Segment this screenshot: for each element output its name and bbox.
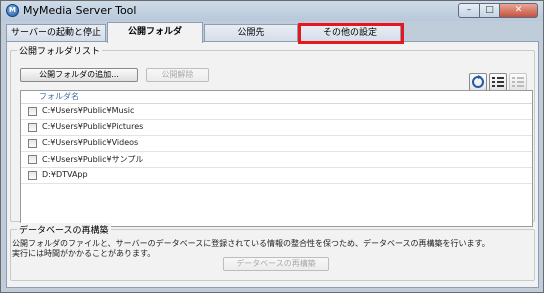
unpublish-button[interactable]: 公開解除 [146,68,209,82]
app-logo-icon: M [6,4,19,17]
tab-panel: 公開フォルダリスト 公開フォルダの追加... 公開解除 フォルダ名 C:¥Use… [6,41,539,288]
close-button[interactable]: ✕ [500,3,538,18]
folder-checkbox[interactable] [28,123,37,132]
list-item[interactable]: C:¥Users¥Public¥Music [21,104,532,120]
list-item[interactable]: C:¥Users¥Public¥Pictures [21,120,532,136]
list-item[interactable]: C:¥Users¥Public¥サンプル [21,152,532,168]
folder-path: C:¥Users¥Public¥Videos [42,138,139,147]
tab-server-start-stop[interactable]: サーバーの起動と停止 [6,24,106,42]
tab-publish-destination[interactable]: 公開先 [204,24,298,42]
refresh-button[interactable] [469,73,487,91]
folder-checkbox[interactable] [28,171,37,180]
folder-checkbox[interactable] [28,155,37,164]
minimize-button[interactable]: – [458,3,480,18]
list-view-icon [512,77,524,87]
folder-path: C:¥Users¥Public¥Pictures [42,122,144,131]
details-view-icon [492,77,504,87]
tab-public-folders[interactable]: 公開フォルダ [107,22,203,43]
group-title: 公開フォルダリスト [17,44,103,57]
folder-list[interactable]: フォルダ名 C:¥Users¥Public¥Music C:¥Users¥Pub… [20,90,533,227]
public-folder-list-group: 公開フォルダリスト 公開フォルダの追加... 公開解除 フォルダ名 C:¥Use… [10,44,535,227]
window-title: MyMedia Server Tool [23,4,137,17]
details-view-button[interactable] [489,73,507,91]
refresh-icon [472,75,484,88]
rebuild-database-button[interactable]: データベースの再構築 [223,257,329,271]
maximize-button[interactable]: □ [480,3,500,18]
tab-other-settings[interactable]: その他の設定 [299,24,401,42]
list-item[interactable]: C:¥Users¥Public¥Videos [21,136,532,152]
app-window: M MyMedia Server Tool – □ ✕ サーバーの起動と停止 公… [0,0,544,293]
folder-checkbox[interactable] [28,107,37,116]
list-item[interactable]: D:¥DTVApp [21,168,532,184]
folder-path: C:¥Users¥Public¥サンプル [42,155,144,164]
column-header-folder-name[interactable]: フォルダ名 [21,91,532,104]
folder-path: C:¥Users¥Public¥Music [42,106,135,115]
folder-path: D:¥DTVApp [42,170,88,179]
database-description: 公開フォルダのファイルと、サーバーのデータベースに登録されている情報の整合性を保… [12,239,490,258]
add-folder-button[interactable]: 公開フォルダの追加... [20,68,138,82]
list-view-button[interactable] [509,73,527,91]
title-bar: M MyMedia Server Tool – □ ✕ [1,1,543,21]
group-title: データベースの再構築 [17,223,111,236]
folder-checkbox[interactable] [28,139,37,148]
database-rebuild-group: データベースの再構築 公開フォルダのファイルと、サーバーのデータベースに登録され… [10,223,535,281]
